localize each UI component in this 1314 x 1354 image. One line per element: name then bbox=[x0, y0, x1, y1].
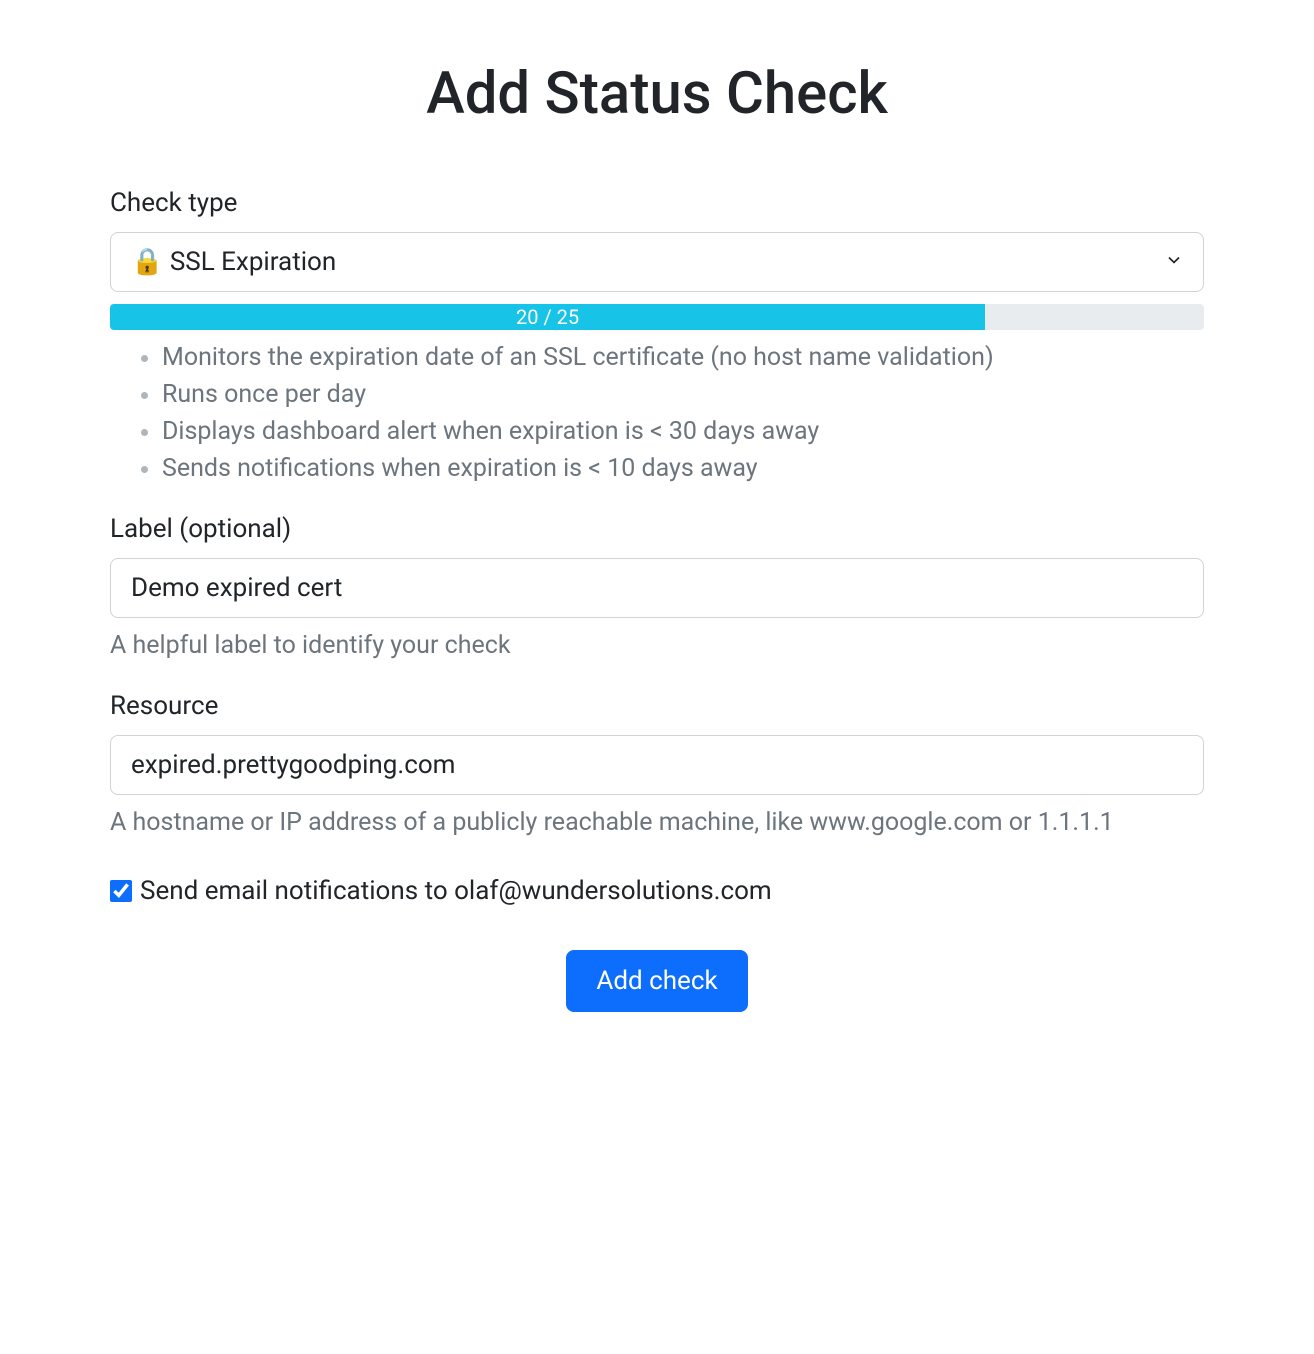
page-title: Add Status Check bbox=[110, 60, 1204, 128]
check-type-select[interactable]: 🔒 SSL Expiration bbox=[110, 232, 1204, 292]
usage-progress: 20 / 25 bbox=[110, 304, 1204, 330]
check-type-select-wrap: 🔒 SSL Expiration bbox=[110, 232, 1204, 292]
notifications-checkbox-row: Send email notifications to olaf@wunders… bbox=[110, 876, 1204, 906]
list-item: Runs once per day bbox=[162, 377, 1204, 412]
progress-text: 20 / 25 bbox=[110, 304, 985, 330]
label-field-label: Label (optional) bbox=[110, 514, 1204, 544]
list-item: Displays dashboard alert when expiration… bbox=[162, 414, 1204, 449]
label-input[interactable] bbox=[110, 558, 1204, 618]
resource-field-label: Resource bbox=[110, 691, 1204, 721]
list-item: Sends notifications when expiration is <… bbox=[162, 451, 1204, 486]
notifications-label[interactable]: Send email notifications to olaf@wunders… bbox=[140, 876, 772, 906]
label-field-group: Label (optional) A helpful label to iden… bbox=[110, 514, 1204, 663]
resource-field-group: Resource A hostname or IP address of a p… bbox=[110, 691, 1204, 840]
list-item: Monitors the expiration date of an SSL c… bbox=[162, 340, 1204, 375]
check-type-label: Check type bbox=[110, 188, 1204, 218]
check-type-group: Check type 🔒 SSL Expiration 20 / 25 Moni… bbox=[110, 188, 1204, 486]
resource-help-text: A hostname or IP address of a publicly r… bbox=[110, 805, 1204, 840]
submit-row: Add check bbox=[110, 950, 1204, 1012]
check-type-description-list: Monitors the expiration date of an SSL c… bbox=[110, 340, 1204, 486]
notifications-checkbox[interactable] bbox=[110, 880, 132, 902]
resource-input[interactable] bbox=[110, 735, 1204, 795]
add-check-button[interactable]: Add check bbox=[566, 950, 747, 1012]
label-help-text: A helpful label to identify your check bbox=[110, 628, 1204, 663]
